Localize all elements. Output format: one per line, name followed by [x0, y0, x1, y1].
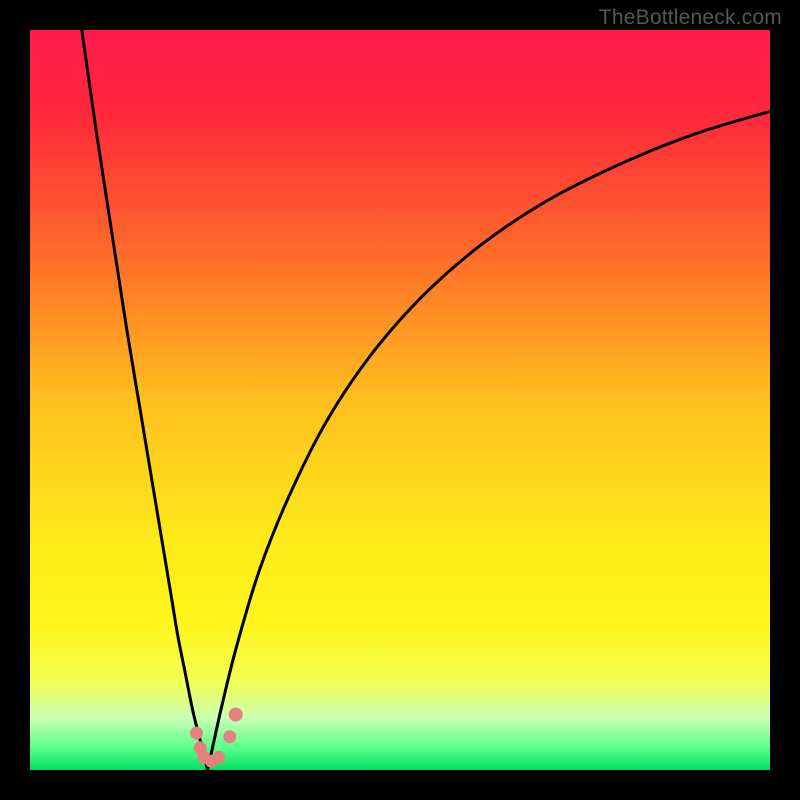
left-branch-curve [82, 30, 208, 770]
marker-dot [190, 727, 203, 740]
marker-cluster [190, 708, 243, 768]
chart-frame: TheBottleneck.com [0, 0, 800, 800]
marker-dot [223, 730, 236, 743]
right-branch-curve [208, 111, 770, 770]
curves-svg [30, 30, 770, 770]
plot-area [30, 30, 770, 770]
watermark-text: TheBottleneck.com [599, 6, 782, 30]
marker-dot [229, 708, 243, 722]
marker-dot [212, 751, 225, 764]
